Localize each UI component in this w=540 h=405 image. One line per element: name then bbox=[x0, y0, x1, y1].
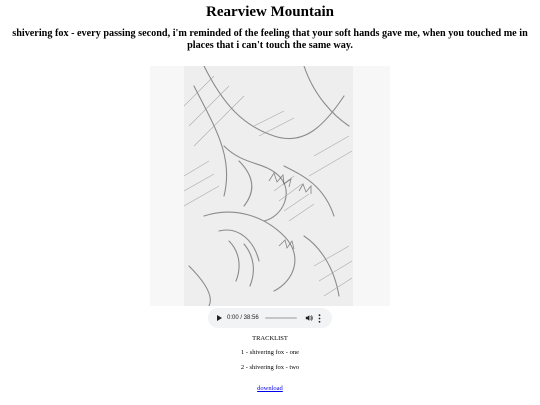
download-link[interactable]: download bbox=[257, 385, 283, 392]
cover-frame bbox=[150, 66, 390, 306]
audio-player[interactable]: 0:00 / 38:56 bbox=[208, 308, 332, 328]
tracklist-heading: TRACKLIST bbox=[252, 335, 288, 342]
play-icon[interactable] bbox=[217, 315, 222, 321]
track-item: 1 - shivering fox - one bbox=[241, 349, 299, 356]
seek-bar[interactable] bbox=[264, 317, 297, 319]
more-options-icon[interactable] bbox=[318, 313, 321, 323]
cover-artwork bbox=[184, 66, 353, 306]
download-link-row: download bbox=[0, 385, 540, 393]
track-item: 2 - shivering fox - two bbox=[240, 364, 300, 371]
volume-icon[interactable] bbox=[305, 314, 313, 322]
page-subtitle: shivering fox - every passing second, i'… bbox=[12, 28, 528, 51]
pencil-sketch-artwork bbox=[184, 66, 353, 306]
playback-time: 0:00 / 38:56 bbox=[227, 315, 259, 321]
page-title: Rearview Mountain bbox=[206, 4, 334, 20]
